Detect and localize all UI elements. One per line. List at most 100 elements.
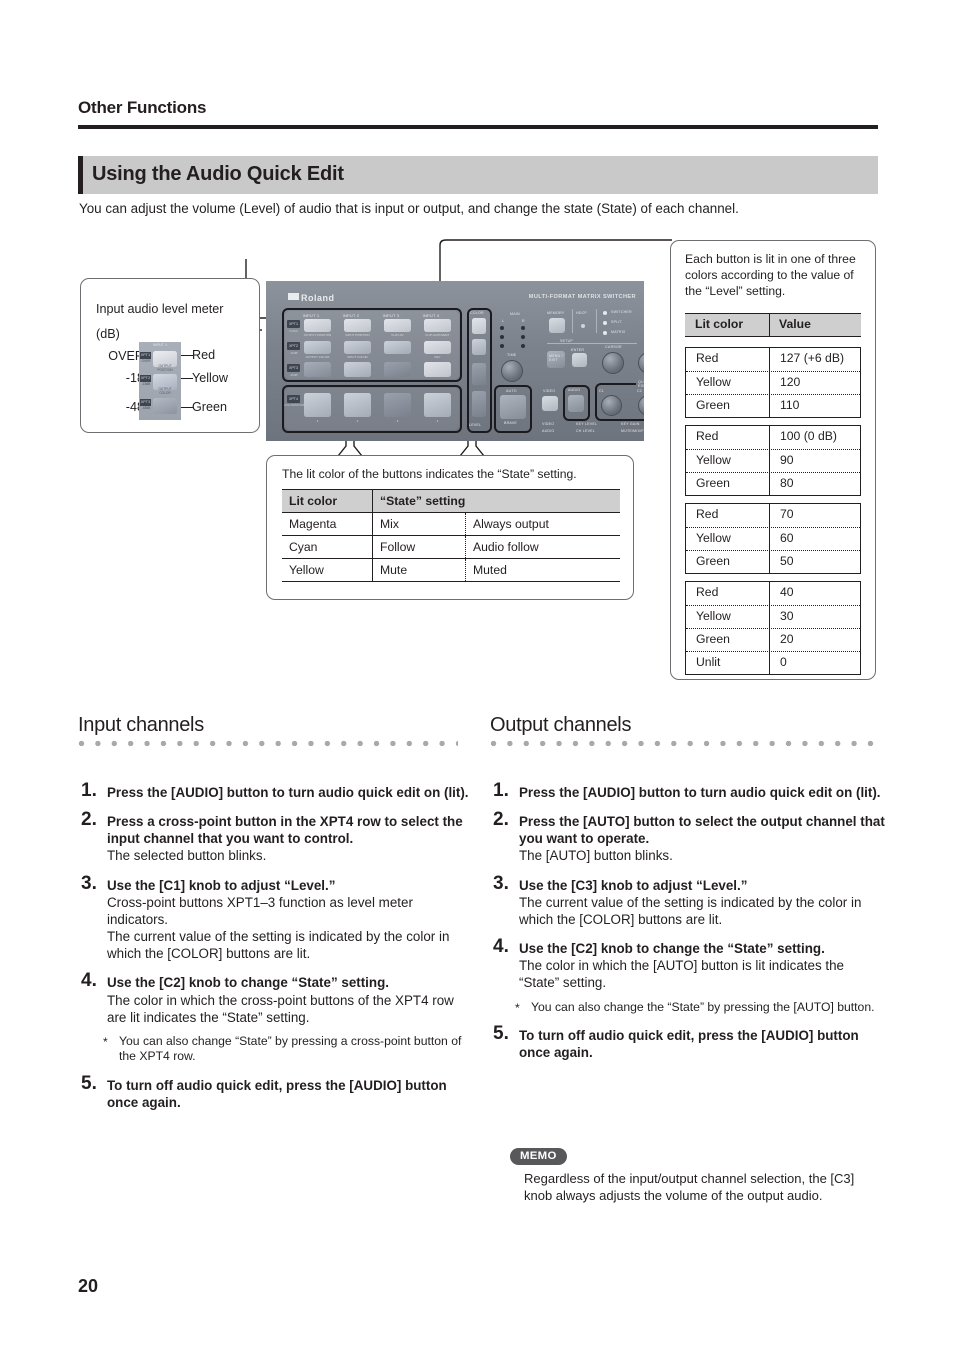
roland-logo: Roland bbox=[288, 293, 335, 303]
input-channels-heading: Input channels bbox=[78, 714, 204, 736]
setup-label: SETUP bbox=[558, 339, 575, 343]
color-label-yellow: Yellow bbox=[192, 371, 228, 385]
level-table-header-value: Value bbox=[779, 317, 811, 331]
level-g2-r1-color: Yellow bbox=[696, 453, 731, 467]
step-number: 4. bbox=[81, 970, 97, 992]
crosspoint-num-3: 3 bbox=[396, 419, 399, 423]
crosspoint-r1c3 bbox=[384, 319, 411, 332]
crosspoint-r1c4 bbox=[424, 319, 451, 332]
meter-xpt2-tag: XPT2 bbox=[140, 375, 151, 382]
brand-text: Roland bbox=[301, 293, 335, 303]
level-g4-r1-color: Yellow bbox=[696, 609, 731, 623]
crosspoint-sub-r1c3: FLIP H/V bbox=[391, 333, 404, 337]
step-subtext: The color in which the cross-point butto… bbox=[107, 992, 454, 1025]
c1-knob bbox=[601, 395, 622, 416]
meter-xpt1-sub: OUTPUT POSITION bbox=[157, 364, 173, 372]
crosspoint-r4c2 bbox=[344, 393, 371, 417]
level-g4-r1-value: 30 bbox=[780, 609, 794, 623]
step-number: 3. bbox=[493, 872, 509, 894]
state-row-2-mode: Mute bbox=[372, 558, 466, 582]
c1-label: C1 bbox=[599, 389, 604, 393]
main-led-right-label: R bbox=[522, 319, 525, 323]
level-group-3: Red 70 Yellow 60 Green 50 bbox=[685, 503, 861, 574]
main-led-l1 bbox=[500, 326, 504, 330]
level-g1-r0-color: Red bbox=[696, 351, 719, 365]
state-row-1-mode: Follow bbox=[372, 535, 466, 559]
meter-device-thumbnail: INPUT 1 XPT1 OVER OUTPUT POSITION XPT2 -… bbox=[139, 342, 181, 420]
meter-xpt2-sub: OUTPUT COLOR bbox=[158, 387, 172, 395]
state-row-0-color: Magenta bbox=[282, 512, 373, 536]
enter-label: ENTER bbox=[571, 348, 585, 352]
step-number: 3. bbox=[81, 872, 97, 894]
meter-callout-title: Input audio level meter bbox=[96, 302, 224, 316]
level-table-header-color: Lit color bbox=[695, 317, 744, 331]
state-setting-table: Lit color “State” setting Magenta Mix Al… bbox=[282, 489, 620, 582]
level-g4-r0-color: Red bbox=[696, 585, 719, 599]
crosspoint-num-4: 4 bbox=[436, 419, 439, 423]
screen-mode-led-3 bbox=[603, 331, 607, 335]
panel-xpt1-db: OVER bbox=[289, 329, 298, 333]
scale-label-48: -48 bbox=[125, 400, 144, 414]
crosspoint-r3c2 bbox=[344, 362, 371, 377]
step-subtext: The current value of the setting is indi… bbox=[519, 894, 862, 927]
level-g4-r2-color: Green bbox=[696, 632, 730, 646]
step-subtext: The [AUTO] button blinks. bbox=[519, 848, 673, 864]
footnote-marker: * bbox=[515, 1000, 520, 1015]
step-text: Use the [C2] knob to change “State” sett… bbox=[107, 975, 389, 991]
table-row: Yellow Mute Muted bbox=[282, 558, 620, 582]
value-knob bbox=[638, 352, 644, 374]
panel-model-text: MULTI-FORMAT MATRIX SWITCHER bbox=[528, 294, 636, 300]
level-table-header: Lit color Value bbox=[685, 313, 861, 337]
list-item: 1. Press the [AUDIO] button to turn audi… bbox=[493, 780, 885, 801]
crosspoint-r3c4 bbox=[424, 362, 451, 377]
state-row-2-desc: Muted bbox=[465, 558, 620, 582]
state-row-1-color: Cyan bbox=[282, 535, 373, 559]
input1-label: INPUT 1 bbox=[302, 313, 320, 318]
main-led-r1 bbox=[521, 326, 525, 330]
level-g1-r1-value: 120 bbox=[780, 375, 801, 389]
c2-label: C2 bbox=[637, 389, 642, 393]
output-channels-dot-rule bbox=[490, 740, 878, 747]
level-g3-r2-color: Green bbox=[696, 554, 730, 568]
panel-xpt1-tag: XPT1 bbox=[287, 320, 300, 328]
screen-mode-option-3: MATRIX bbox=[611, 330, 626, 334]
level-g2-r2-color: Green bbox=[696, 476, 730, 490]
legend-mode-video: VIDEO bbox=[542, 422, 555, 426]
time-knob-label: TIME bbox=[507, 353, 517, 357]
legend-video-c1: KEY LEVEL bbox=[576, 422, 598, 426]
list-item: 2. Press a cross-point button in the XPT… bbox=[81, 809, 471, 864]
video-button bbox=[542, 396, 558, 411]
table-row: Yellow 30 bbox=[686, 605, 860, 628]
cursor-knob bbox=[602, 352, 624, 374]
lead-line-green bbox=[179, 407, 193, 409]
level-g3-r0-color: Red bbox=[696, 507, 719, 521]
level-group-1: Red 127 (+6 dB) Yellow 120 Green 110 bbox=[685, 347, 861, 418]
table-row: Red 70 bbox=[686, 504, 860, 527]
step-text: To turn off audio quick edit, press the … bbox=[107, 1078, 447, 1111]
meter-xpt2-db: -18dB bbox=[141, 382, 151, 386]
device-panel-image: Roland MULTI-FORMAT MATRIX SWITCHER INPU… bbox=[266, 281, 644, 441]
panel-xpt2-db: -18dB bbox=[289, 351, 298, 355]
level-g4-r2-value: 20 bbox=[780, 632, 794, 646]
output-channels-heading: Output channels bbox=[490, 714, 632, 736]
screen-mode-led-1 bbox=[603, 311, 607, 315]
menu-exit-label: MENU / EXIT bbox=[549, 354, 563, 362]
crosspoint-sub-r2c1: OUTPUT COLOR bbox=[305, 355, 330, 359]
audio-button bbox=[568, 395, 584, 412]
meter-xpt1-db: OVER bbox=[141, 359, 151, 363]
level-g2-r0-value: 100 (0 dB) bbox=[780, 429, 837, 443]
list-item: 3. Use the [C1] knob to adjust “Level.” … bbox=[81, 873, 471, 963]
table-row: Red 127 (+6 dB) bbox=[686, 348, 860, 371]
main-led-l2 bbox=[500, 335, 504, 339]
level-g3-r1-value: 60 bbox=[780, 531, 794, 545]
state-setting-callout: The lit color of the buttons indicates t… bbox=[266, 455, 634, 600]
level-g2-r1-value: 90 bbox=[780, 453, 794, 467]
step-number: 1. bbox=[493, 780, 509, 801]
table-row: Yellow 60 bbox=[686, 527, 860, 550]
color-label-green: Green bbox=[192, 400, 228, 414]
page: Other Functions Using the Audio Quick Ed… bbox=[0, 0, 954, 1354]
screen-mode-option-2: SPLIT bbox=[611, 320, 622, 324]
main-label: MAIN bbox=[510, 312, 520, 316]
quick-edit-label: QUICK EDIT bbox=[636, 380, 644, 388]
table-row: Green 110 bbox=[686, 394, 860, 417]
